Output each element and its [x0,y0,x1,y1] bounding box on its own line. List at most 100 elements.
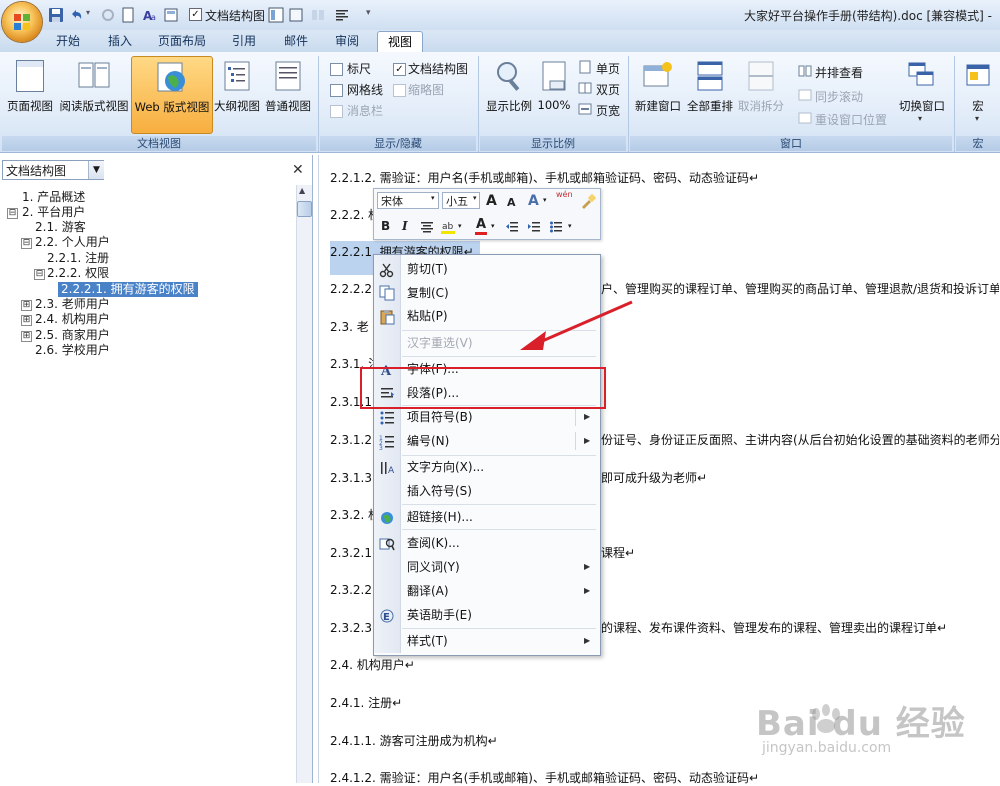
page-width-button[interactable]: 页宽 [596,102,620,119]
new-document-icon[interactable] [120,7,136,23]
font-color-dropdown-icon[interactable]: ▾ [491,222,495,230]
tree-expand-icon[interactable]: ⊞ [21,300,32,311]
tree-item[interactable]: 2.2.1. 注册 [47,251,109,266]
menu-item-lookup[interactable]: 查阅(K)... [407,532,460,554]
tab-home[interactable]: 开始 [46,31,90,51]
doc-paragraph[interactable]: 2.4. 机构用户↵ [330,657,415,673]
nav-scroll-thumb[interactable] [297,201,312,217]
macros-dropdown-icon[interactable]: ▾ [975,114,979,123]
styles-icon[interactable]: A [528,193,539,209]
gridlines-checkbox[interactable] [330,84,343,97]
font-color-icon[interactable]: A [476,217,486,232]
doc-paragraph[interactable]: 2.2.2.2. [330,281,376,297]
tree-item[interactable]: 1. 产品概述 [22,190,85,205]
menu-item-numbering[interactable]: 编号(N) [407,430,449,452]
page-view-icon[interactable] [288,7,304,23]
italic-icon[interactable]: I [402,219,408,233]
font-name-box[interactable]: 宋体 [377,192,439,209]
font-style-icon[interactable]: Aa [142,7,158,23]
menu-item-paste[interactable]: 粘贴(P) [407,305,448,327]
bullets-toolbar-icon[interactable] [549,220,563,234]
undo-dropdown-icon[interactable]: ▾ [86,8,90,17]
doc-map-checkbox[interactable]: ✓ [393,63,406,76]
tree-item[interactable]: 2.2.2. 权限 [47,266,109,281]
menu-item-synonyms[interactable]: 同义词(Y) [407,556,460,578]
doc-paragraph[interactable]: 2.3.2.1. [330,545,376,561]
arrange-all-button[interactable]: 全部重排 [684,56,736,132]
menu-item-english-assistant[interactable]: 英语助手(E) [407,604,472,626]
doc-paragraph-continuation[interactable]: 份证号、身份证正反面照、主讲内容(从后台初始化设置的基础资料的老师分类 [601,432,999,448]
new-window-button[interactable]: 新建窗口 [632,56,684,132]
doc-paragraph[interactable]: 2.4.1.1. 游客可注册成为机构↵ [330,733,498,749]
highlight-dropdown-icon[interactable]: ▾ [458,222,462,230]
zoom-100-button[interactable]: 100% [536,56,572,132]
office-button[interactable] [2,2,42,42]
tree-item[interactable]: 2.5. 商家用户 [35,328,110,343]
doc-paragraph[interactable]: 2.3.2.2. [330,582,376,598]
qat-structure-checkbox[interactable]: ✓ [189,8,202,21]
save-icon[interactable] [48,7,64,23]
tree-collapse-icon[interactable]: ⊟ [34,269,45,280]
menu-item-hyperlink[interactable]: 超链接(H)... [407,506,473,528]
decrease-indent-icon[interactable] [505,220,519,234]
draft-view-button[interactable]: 普通视图 [262,56,314,132]
doc-paragraph[interactable]: 2.4.1.2. 需验证：用户名(手机或邮箱)、手机或邮箱验证码、密码、动态验证… [330,770,759,786]
structure-view-icon[interactable] [268,7,284,23]
tab-references[interactable]: 引用 [222,31,266,51]
font-dropdown-icon[interactable]: ▾ [431,194,435,202]
center-align-icon[interactable] [420,220,434,234]
ruler-checkbox[interactable] [330,63,343,76]
print-preview-icon[interactable] [163,7,179,23]
web-layout-button[interactable]: Web 版式视图 [131,56,213,134]
tab-review[interactable]: 审阅 [325,31,369,51]
phonetic-guide-icon[interactable]: wén [556,190,573,199]
customize-qat-icon[interactable]: ▾ [366,8,371,18]
switch-windows-dropdown-icon[interactable]: ▾ [918,114,922,123]
menu-item-styles[interactable]: 样式(T) [407,630,448,652]
undo-icon[interactable] [68,7,84,23]
tree-item[interactable]: 2.6. 学校用户 [35,343,110,358]
doc-paragraph-continuation[interactable]: 即可成升级为老师↵ [601,470,707,486]
doc-paragraph[interactable]: 2.3.1.3. [330,470,376,486]
paragraph-format-icon[interactable] [334,7,350,23]
columns-icon[interactable] [310,7,326,23]
tab-page-layout[interactable]: 页面布局 [148,31,216,51]
tree-collapse-icon[interactable]: ⊟ [21,238,32,249]
tab-view[interactable]: 视图 [377,31,424,52]
shrink-font-icon[interactable]: A [507,196,516,209]
menu-item-insert-symbol[interactable]: 插入符号(S) [407,480,472,502]
menu-item-translate[interactable]: 翻译(A) [407,580,449,602]
doc-paragraph-continuation[interactable]: 的课程、发布课件资料、管理发布的课程、管理卖出的课程订单↵ [601,620,947,636]
tree-item[interactable]: 2. 平台用户 [22,205,85,220]
grow-font-icon[interactable]: A [486,193,497,209]
tab-mailings[interactable]: 邮件 [274,31,318,51]
zoom-button[interactable]: 显示比例 [482,56,536,132]
redo-icon[interactable] [100,7,116,23]
tree-item[interactable]: 2.1. 游客 [35,220,86,235]
close-icon[interactable]: ✕ [292,162,304,178]
doc-paragraph[interactable]: 2.4.1. 注册↵ [330,695,402,711]
full-screen-reading-button[interactable]: 阅读版式视图 [58,56,130,132]
doc-paragraph-continuation[interactable]: 课程↵ [601,545,635,561]
highlight-icon[interactable]: ab [440,219,456,235]
tree-item[interactable]: 2.2. 个人用户 [35,235,110,250]
nav-scrollbar[interactable] [296,185,312,783]
doc-paragraph[interactable]: 2.3.1.2. [330,432,376,448]
tree-item[interactable]: 2.3. 老师用户 [35,297,110,312]
side-by-side-button[interactable]: 并排查看 [815,64,863,81]
menu-item-text-direction[interactable]: 文字方向(X)... [407,456,484,478]
size-dropdown-icon[interactable]: ▾ [473,194,477,202]
styles-dropdown-icon[interactable]: ▾ [543,196,547,204]
print-layout-button[interactable]: 页面视图 [4,56,56,132]
bullets-dropdown-icon[interactable]: ▾ [568,222,572,230]
doc-paragraph[interactable]: 2.3. 老 [330,319,369,335]
menu-item-copy[interactable]: 复制(C) [407,282,449,304]
doc-paragraph[interactable]: 2.3.2.3. [330,620,376,636]
menu-item-cut[interactable]: 剪切(T) [407,258,448,280]
menu-item-bullets[interactable]: 项目符号(B) [407,406,473,428]
one-page-button[interactable]: 单页 [596,60,620,77]
tree-collapse-icon[interactable]: ⊟ [7,208,18,219]
doc-paragraph[interactable]: 2.2.1.2. 需验证：用户名(手机或邮箱)、手机或邮箱验证码、密码、动态验证… [330,170,759,186]
two-pages-button[interactable]: 双页 [596,81,620,98]
tree-expand-icon[interactable]: ⊞ [21,315,32,326]
